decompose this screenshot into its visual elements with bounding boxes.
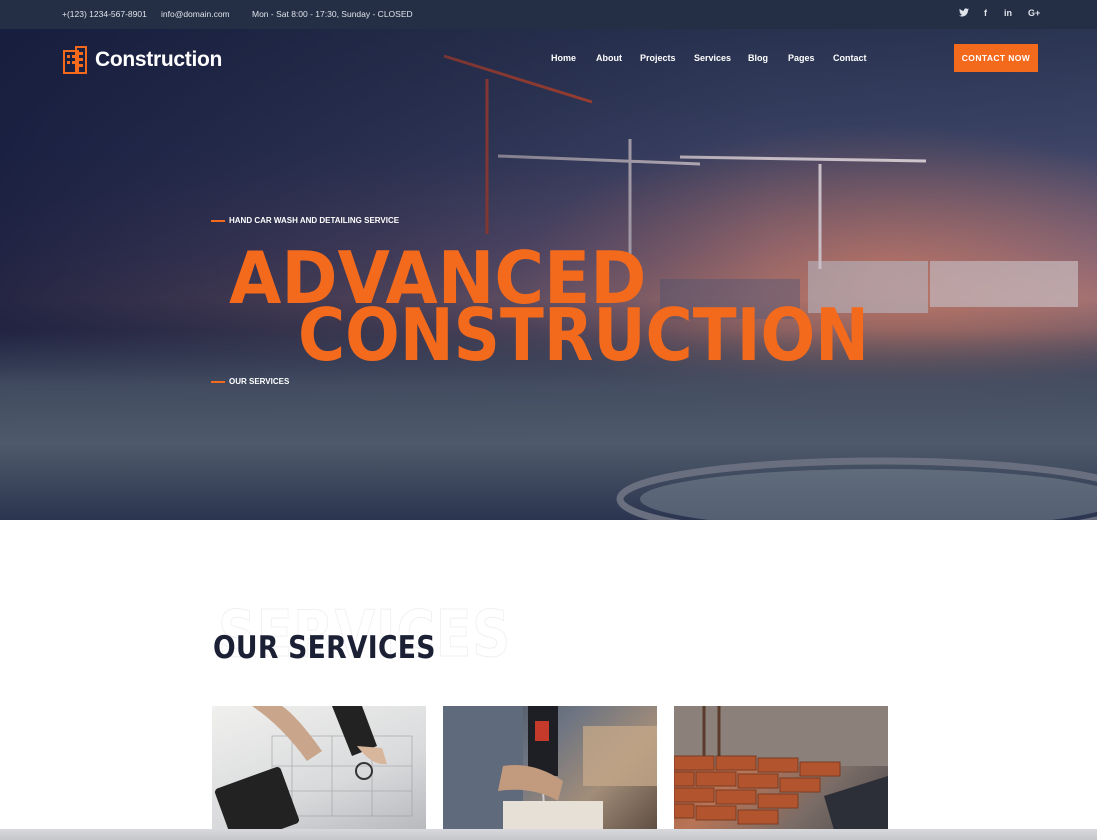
bricklaying-image [674, 706, 888, 830]
hero-headline-line2: CONSTRUCTION [298, 293, 869, 377]
hero-section: Construction Home About Projects Service… [0, 29, 1097, 520]
building-icon [63, 46, 87, 74]
site-logo[interactable]: Construction [62, 44, 222, 76]
planning-image [214, 706, 413, 830]
google-plus-icon[interactable]: G+ [1028, 8, 1040, 18]
service-card-drilling[interactable] [443, 706, 657, 830]
our-services-link[interactable]: OUR SERVICES [211, 377, 289, 386]
nav-contact[interactable]: Contact [833, 53, 867, 63]
opening-hours: Mon - Sat 8:00 - 17:30, Sunday - CLOSED [252, 9, 413, 19]
phone-number[interactable]: +(123) 1234-567-8901 [62, 9, 147, 19]
nav-services[interactable]: Services [694, 53, 731, 63]
top-info-bar: +(123) 1234-567-8901 info@domain.com Mon… [0, 0, 1097, 29]
nav-projects[interactable]: Projects [640, 53, 676, 63]
nav-pages[interactable]: Pages [788, 53, 815, 63]
email-address[interactable]: info@domain.com [161, 9, 230, 19]
contact-now-button[interactable]: CONTACT NOW [954, 44, 1038, 72]
hero-tagline-text: HAND CAR WASH AND DETAILING SERVICE [229, 216, 400, 225]
service-card-planning[interactable] [212, 706, 426, 830]
nav-blog[interactable]: Blog [748, 53, 768, 63]
twitter-icon[interactable] [959, 8, 969, 17]
tagline-dash [211, 219, 225, 222]
service-card-bricklaying[interactable] [674, 706, 888, 830]
our-services-link-text[interactable]: OUR SERVICES [229, 377, 289, 386]
linkedin-icon[interactable]: in [1004, 8, 1012, 18]
link-dash [211, 380, 225, 383]
drilling-image [443, 706, 657, 830]
services-title: OUR SERVICES [213, 630, 436, 666]
facebook-icon[interactable]: f [984, 8, 987, 18]
hero-tagline: HAND CAR WASH AND DETAILING SERVICE [211, 216, 399, 225]
nav-about[interactable]: About [596, 53, 622, 63]
nav-home[interactable]: Home [551, 53, 576, 63]
bottom-edge [0, 829, 1097, 840]
brand-name: Construction [95, 48, 223, 71]
